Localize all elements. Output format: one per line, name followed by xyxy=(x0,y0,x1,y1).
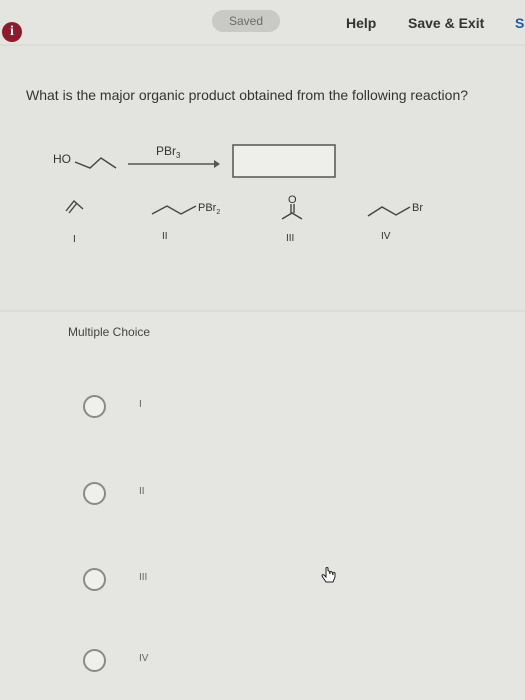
structure-4-numeral: IV xyxy=(381,231,391,242)
structure-2-numeral: II xyxy=(162,231,168,242)
option-label: III xyxy=(139,572,148,583)
structure-1-numeral: I xyxy=(73,234,76,245)
answer-drop-box[interactable] xyxy=(232,144,336,178)
reaction-diagram: HO PBr3 I PBr2 II O III Br IV xyxy=(53,144,423,245)
option-label: II xyxy=(139,486,145,497)
option-label: I xyxy=(139,399,142,410)
structure-3-numeral: III xyxy=(286,233,294,244)
structure-4 xyxy=(367,206,411,217)
reaction-arrow-head xyxy=(214,160,220,168)
hand-cursor-icon xyxy=(321,567,336,583)
structure-1-double-bond xyxy=(68,202,78,214)
option-label: IV xyxy=(139,653,149,664)
reagent-label: PBr3 xyxy=(156,144,181,160)
save-and-exit-button[interactable]: Save & Exit xyxy=(408,15,484,31)
next-link[interactable]: S xyxy=(515,15,524,31)
help-button[interactable]: Help xyxy=(346,15,376,31)
option-3[interactable]: III xyxy=(83,568,283,598)
radio-button[interactable] xyxy=(83,395,106,418)
reactant-label: HO xyxy=(53,152,71,166)
info-icon[interactable]: i xyxy=(2,22,22,42)
radio-button[interactable] xyxy=(83,568,106,591)
top-bar: i Saved Help Save & Exit S xyxy=(0,0,525,44)
saved-status-badge: Saved xyxy=(212,10,280,32)
reactant-chain xyxy=(74,157,117,169)
radio-button[interactable] xyxy=(83,649,106,672)
radio-button[interactable] xyxy=(83,482,106,505)
structure-2 xyxy=(151,205,197,215)
structure-3 xyxy=(281,212,303,220)
multiple-choice-heading: Multiple Choice xyxy=(68,325,151,339)
option-2[interactable]: II xyxy=(83,482,283,512)
option-1[interactable]: I xyxy=(83,395,283,425)
structure-2-group: PBr2 xyxy=(198,202,220,216)
option-4[interactable]: IV xyxy=(83,649,283,679)
structure-4-group: Br xyxy=(412,202,423,214)
question-prompt: What is the major organic product obtain… xyxy=(26,87,469,103)
structure-3-oxygen: O xyxy=(288,194,297,206)
